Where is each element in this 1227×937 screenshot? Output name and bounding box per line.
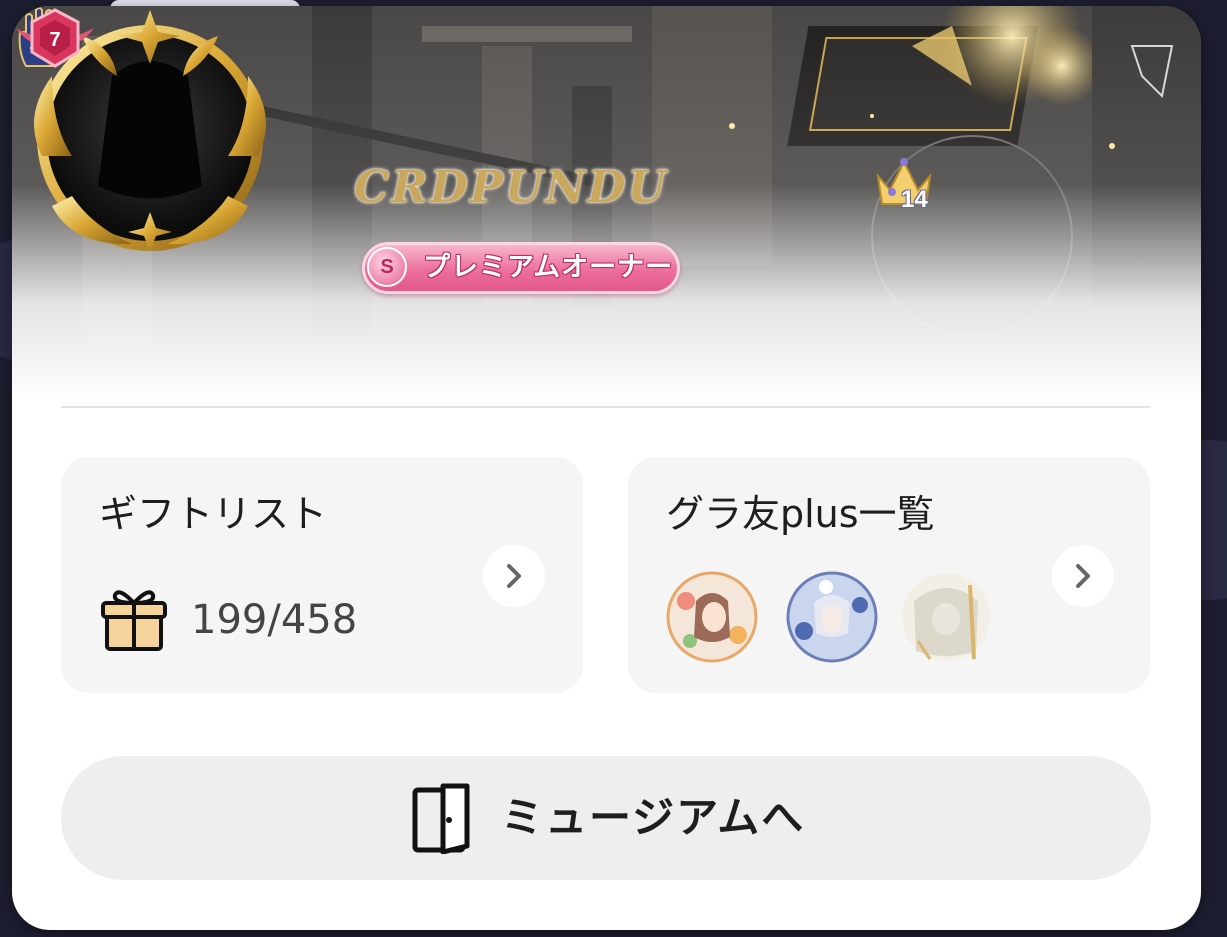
gift-count: 199/458 bbox=[191, 597, 358, 643]
friend-avatar-image bbox=[666, 571, 758, 663]
chevron-right-icon bbox=[1076, 564, 1090, 588]
premium-owner-badge: S プレミアムオーナー bbox=[362, 242, 680, 294]
rank-level: 7 bbox=[49, 29, 60, 51]
gift-icon bbox=[101, 590, 167, 651]
s-medal-icon: S bbox=[367, 247, 407, 287]
friend-avatar-1[interactable] bbox=[666, 571, 758, 663]
museum-button[interactable]: ミュージアムへ bbox=[61, 756, 1151, 880]
gift-list-title: ギフトリスト bbox=[99, 492, 328, 536]
friends-plus-arrow-button[interactable] bbox=[1052, 545, 1114, 607]
divider bbox=[61, 406, 1151, 408]
username: CRDPUNDU bbox=[354, 162, 668, 213]
gift-list-card[interactable]: ギフトリスト 199/458 bbox=[61, 457, 583, 693]
museum-button-label: ミュージアムへ bbox=[501, 793, 806, 842]
friend-avatar-2[interactable] bbox=[786, 571, 878, 663]
door-icon bbox=[412, 783, 470, 854]
friend-avatar-image bbox=[902, 573, 990, 661]
winged-rank-icon: 7 bbox=[16, 8, 94, 68]
crown-count: 14 bbox=[901, 186, 928, 213]
premium-owner-label: プレミアムオーナー bbox=[423, 252, 674, 283]
profile-modal: CRDPUNDU 7 14 S プレミアムオーナー ギフトリスト 199/458… bbox=[12, 6, 1201, 930]
gift-list-arrow-button[interactable] bbox=[483, 545, 545, 607]
chevron-right-icon bbox=[507, 564, 521, 588]
crown-badge: 14 bbox=[872, 152, 942, 220]
friends-plus-title: グラ友plus一覧 bbox=[666, 492, 935, 536]
friends-plus-card[interactable]: グラ友plus一覧 bbox=[628, 457, 1150, 693]
profile-header: CRDPUNDU 7 14 S プレミアムオーナー bbox=[12, 6, 1201, 401]
friend-avatar-3[interactable] bbox=[900, 571, 992, 663]
friend-avatar-image bbox=[786, 571, 878, 663]
